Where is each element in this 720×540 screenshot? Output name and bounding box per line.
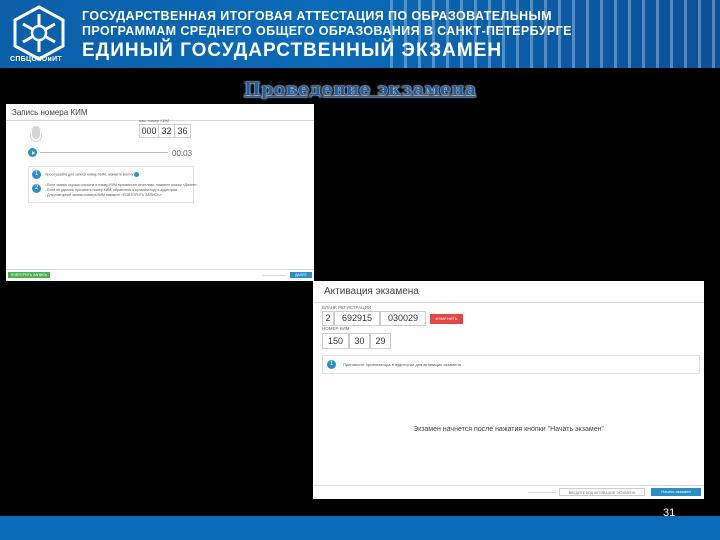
footer-divider <box>313 485 704 486</box>
banner-line-2: ПРОГРАММАМ СРЕДНЕГО ОБЩЕГО ОБРАЗОВАНИЯ В… <box>82 24 572 38</box>
exam-activation-screen: Активация экзамена БЛАНК РЕГИСТРАЦИИ 2 6… <box>313 281 704 499</box>
hint-text: Пригласите организатора в аудитории для … <box>343 362 461 367</box>
divider <box>313 302 704 303</box>
kim-part-3: 29 <box>370 333 391 349</box>
audio-time: 00:03 <box>172 149 193 158</box>
kim-part-2: 32 <box>158 124 175 138</box>
kim-label: ваш номер КИМ <box>139 118 169 123</box>
start-exam-button[interactable]: Начать экзамен <box>651 488 701 496</box>
slide-title: Проведение экзамена <box>243 79 477 100</box>
kim-label: НОМЕР КИМ <box>322 326 350 331</box>
step-2-line-3: - Для повторной записи номера КИМ нажмит… <box>45 193 163 197</box>
footer-line <box>262 275 286 276</box>
step-2-line-2: - Если не удалось прочитать номер КИМ, о… <box>45 188 179 192</box>
header-banner: СПБЦОКОиИТ ГОСУДАРСТВЕННАЯ ИТОГОВАЯ АТТЕ… <box>0 0 720 68</box>
step-1-number: 1 <box>32 170 41 179</box>
registration-label: БЛАНК РЕГИСТРАЦИИ <box>322 305 372 310</box>
step-1-text: Прослушайте для записи номер КИМ, нажмит… <box>45 172 140 177</box>
repeat-recording-button[interactable]: ПОВТОРИТЬ ЗАПИСЬ <box>8 272 50 278</box>
footer-bar <box>0 516 720 540</box>
hint-number: 1 <box>327 360 336 369</box>
next-button[interactable]: ДАЛЕЕ <box>290 272 312 278</box>
footer-divider <box>6 269 314 270</box>
logo-text: СПБЦОКОиИТ <box>10 56 63 63</box>
kim-part-3: 36 <box>174 124 191 138</box>
step-2-line-1: - Если запись хорошо слышна и номер КИМ … <box>45 183 198 187</box>
change-button[interactable]: ИЗМЕНИТЬ <box>430 314 463 324</box>
screen-title: Запись номера КИМ <box>12 108 88 117</box>
microphone-icon <box>30 126 42 142</box>
play-icon[interactable] <box>28 148 37 157</box>
kim-part-2: 30 <box>349 333 370 349</box>
help-icon <box>134 172 140 177</box>
reg-part-3: 030029 <box>380 311 426 326</box>
start-message: Экзамен начнется после нажатия кнопки "Н… <box>413 426 604 433</box>
kim-part-1: 000 <box>139 124 159 138</box>
step-2-number: 2 <box>32 184 41 193</box>
footer-line <box>528 492 556 493</box>
reg-part-1: 2 <box>322 311 334 326</box>
hint-box: 1 Пригласите организатора в аудитории дл… <box>322 355 700 374</box>
screen-title: Активация экзамена <box>324 286 419 297</box>
reg-part-2: 692915 <box>334 311 380 326</box>
page-number: 31 <box>663 507 676 519</box>
instructions-box: 1 Прослушайте для записи номер КИМ, нажм… <box>28 166 198 203</box>
kim-part-1: 150 <box>322 333 349 349</box>
audio-progress-track[interactable] <box>40 152 168 153</box>
banner-line-1: ГОСУДАРСТВЕННАЯ ИТОГОВАЯ АТТЕСТАЦИЯ ПО О… <box>82 9 552 23</box>
kim-recording-screen: Запись номера КИМ ваш номер КИМ 000 32 3… <box>6 104 314 281</box>
banner-line-3: ЕДИНЫЙ ГОСУДАРСТВЕННЫЙ ЭКЗАМЕН <box>82 40 503 61</box>
activation-code-input[interactable]: ВВЕДИТЕ КОД АКТИВАЦИИ ЭКЗАМЕНА <box>559 488 645 496</box>
